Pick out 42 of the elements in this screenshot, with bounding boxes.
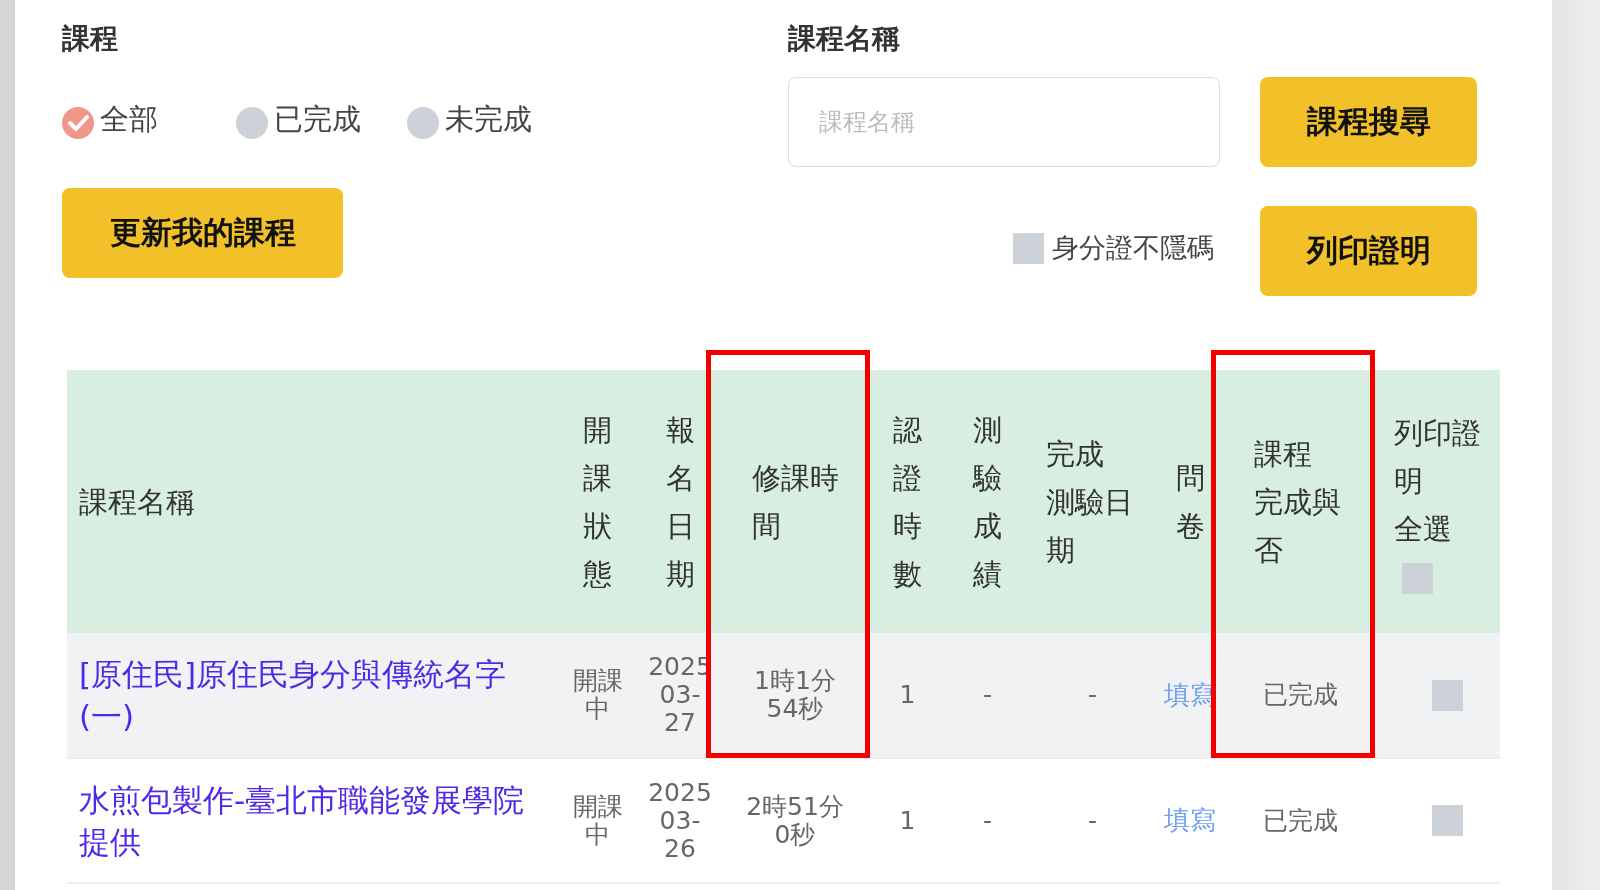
table-cell: - xyxy=(1088,806,1097,835)
table-cell: - xyxy=(983,806,992,835)
table-cell: 開課中 xyxy=(572,667,623,723)
table-cell: 2025 03- 26 xyxy=(648,778,712,863)
column-header: 課程 完成與否 xyxy=(1253,435,1342,569)
select-all-checkbox[interactable] xyxy=(1402,563,1433,594)
column-header: 課程名稱 xyxy=(79,483,195,521)
search-button[interactable]: 課程搜尋 xyxy=(1260,77,1477,167)
radio-button[interactable] xyxy=(407,107,439,139)
table-cell: 已完成 xyxy=(1262,681,1338,709)
table-cell: - xyxy=(1088,681,1097,709)
table-cell: 已完成 xyxy=(1262,806,1338,835)
course-name-label: 課程名稱 xyxy=(788,21,901,57)
table-cell: 開課中 xyxy=(572,792,623,849)
print-certificate-button[interactable]: 列印證明 xyxy=(1260,206,1477,296)
radio-button[interactable] xyxy=(62,107,94,139)
course-link[interactable]: 水煎包製作-臺北市職能發展學院提供 xyxy=(79,778,529,863)
row-checkbox[interactable] xyxy=(1432,679,1463,711)
row-checkbox[interactable] xyxy=(1432,805,1463,836)
course-label: 課程 xyxy=(62,21,119,57)
column-header: 列印證明 全選 xyxy=(1394,415,1481,548)
column-header: 測驗成績 xyxy=(973,411,1002,593)
column-header: 完成 測驗日期 xyxy=(1046,435,1135,569)
column-header: 問卷 xyxy=(1175,459,1205,545)
checkbox-label: 身分證不隱碼 xyxy=(1052,231,1214,265)
table-cell: 1 xyxy=(899,806,916,835)
radio-button[interactable] xyxy=(236,107,268,139)
column-header: 修課時間 xyxy=(751,459,839,545)
radio-label: 已完成 xyxy=(274,101,361,138)
course-link[interactable]: [原住民]原住民身分與傳統名字(一) xyxy=(79,653,529,737)
column-header: 認證時數 xyxy=(893,411,922,593)
checkbox[interactable] xyxy=(1013,232,1044,264)
radio-label: 全部 xyxy=(100,101,158,138)
table-cell: 1 xyxy=(899,681,916,709)
table-cell: - xyxy=(983,681,992,709)
column-header: 報名日期 xyxy=(665,411,695,593)
column-header: 開課狀態 xyxy=(583,411,612,593)
course-name-field[interactable]: 課程名稱 xyxy=(788,77,1220,167)
update-courses-button[interactable]: 更新我的課程 xyxy=(62,188,343,278)
table-cell: 1時1分 54秒 xyxy=(754,667,836,723)
radio-label: 未完成 xyxy=(445,101,532,138)
table-cell: 2時51分 0秒 xyxy=(746,792,844,849)
